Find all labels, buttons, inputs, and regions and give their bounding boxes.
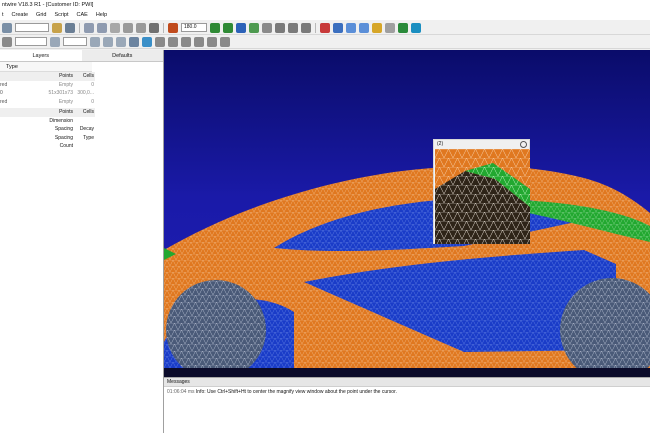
menu-edit[interactable]: t	[2, 12, 4, 18]
ground	[164, 368, 650, 377]
layer-icon[interactable]	[359, 22, 369, 33]
toolbar-combo-3[interactable]	[63, 37, 87, 46]
panel-tabs: Layers Defaults	[0, 50, 163, 62]
mask-icon[interactable]	[50, 36, 60, 47]
iso-icon[interactable]	[194, 36, 204, 47]
pointer-icon[interactable]	[2, 36, 12, 47]
attribute-table-header: Points Cells	[0, 108, 95, 117]
split-icon[interactable]	[275, 22, 285, 33]
cube-icon[interactable]	[333, 22, 343, 33]
magnify-title: (2)	[434, 140, 529, 149]
attribute-row-spacing-type: Spacing Type	[54, 134, 94, 141]
tab-layers[interactable]: Layers	[0, 50, 82, 61]
attribute-row-count: Count	[59, 143, 73, 149]
menu-grid[interactable]: Grid	[36, 12, 46, 18]
menubar: t Create Grid Script CAE Help	[0, 10, 650, 20]
curve-icon[interactable]	[223, 22, 233, 33]
view-z-icon[interactable]	[181, 36, 191, 47]
messages-panel: Messages 01:06:04 ms Info: Use Ctrl+Shif…	[164, 377, 650, 433]
zoom-icon[interactable]	[149, 22, 159, 33]
main-toolbar: 180.0	[0, 21, 650, 35]
graphics-viewport[interactable]	[164, 50, 650, 377]
redo-icon[interactable]	[97, 22, 107, 33]
magnify-icon[interactable]	[142, 36, 152, 47]
save-icon[interactable]	[65, 22, 75, 33]
undo-icon[interactable]	[84, 22, 94, 33]
car-mesh-render	[164, 165, 650, 377]
attribute-row-spacing-decay: Spacing Decay	[54, 126, 94, 132]
table-row[interactable]: red Empty 0	[0, 81, 95, 90]
fit-icon[interactable]	[129, 36, 139, 47]
wire-icon[interactable]	[116, 36, 126, 47]
shade-icon[interactable]	[103, 36, 113, 47]
orientation-icon[interactable]	[168, 22, 178, 33]
axis-icon[interactable]	[207, 36, 217, 47]
rotate-icon[interactable]	[136, 22, 146, 33]
menu-cae[interactable]: CAE	[77, 12, 88, 18]
shield-icon[interactable]	[320, 22, 330, 33]
menu-create[interactable]: Create	[12, 12, 29, 18]
probe-icon[interactable]	[385, 22, 395, 33]
open-icon[interactable]	[52, 22, 62, 33]
reset-view-icon[interactable]	[220, 36, 230, 47]
database-icon[interactable]	[301, 22, 311, 33]
solid-icon[interactable]	[346, 22, 356, 33]
new-icon[interactable]	[2, 22, 12, 33]
join-icon[interactable]	[288, 22, 298, 33]
magnified-mesh	[435, 149, 530, 244]
toolbar-separator	[79, 22, 80, 33]
messages-title: Messages	[164, 378, 650, 387]
toolbar-combo-1[interactable]	[15, 23, 49, 32]
message-text: Info: Use Ctrl+Shift+Ht to center the ma…	[195, 389, 397, 395]
points-column-header: Points	[59, 73, 73, 79]
close-icon[interactable]	[520, 141, 527, 148]
view-x-icon[interactable]	[155, 36, 165, 47]
grid-icon[interactable]	[398, 22, 408, 33]
pan-icon[interactable]	[123, 22, 133, 33]
cells-column-header: Cells	[82, 73, 94, 79]
menu-script[interactable]: Script	[54, 12, 68, 18]
secondary-toolbar	[0, 35, 650, 49]
attribute-row-dimension: Dimension	[49, 117, 73, 124]
examine-icon[interactable]	[372, 22, 382, 33]
left-panel: Layers Defaults Type Points Cells red Em…	[0, 50, 164, 433]
toolbar-separator	[315, 22, 316, 33]
block-icon[interactable]	[262, 22, 272, 33]
menu-help[interactable]: Help	[96, 12, 107, 18]
message-time: 01:06:04 ms	[167, 389, 195, 395]
magnify-view	[435, 149, 530, 244]
tab-defaults[interactable]: Defaults	[82, 50, 164, 61]
app-window: { "window": { "title": "ntwire V18.3 R1 …	[0, 0, 650, 433]
display-icon[interactable]	[90, 36, 100, 47]
magnify-window[interactable]: (2)	[433, 139, 530, 244]
message-line: 01:06:04 ms Info: Use Ctrl+Shift+Ht to c…	[164, 387, 650, 398]
toolbar-combo-2[interactable]	[15, 37, 47, 46]
table-row[interactable]: red Empty 0	[0, 98, 95, 107]
type-header: Type	[0, 62, 92, 72]
front-tire	[166, 280, 266, 377]
window-title: ntwire V18.3 R1 - [Customer ID: PWI]	[0, 0, 650, 10]
grid-table-header: Points Cells	[0, 72, 95, 81]
select-icon[interactable]	[110, 22, 120, 33]
connector-icon[interactable]	[236, 22, 246, 33]
angle-field[interactable]: 180.0	[181, 23, 207, 32]
domain-icon[interactable]	[249, 22, 259, 33]
view-icon[interactable]	[411, 22, 421, 33]
toolbar-separator	[163, 22, 164, 33]
spline-icon[interactable]	[210, 22, 220, 33]
table-row[interactable]: 0 51x301x73 300,0...	[0, 89, 95, 98]
view-y-icon[interactable]	[168, 36, 178, 47]
